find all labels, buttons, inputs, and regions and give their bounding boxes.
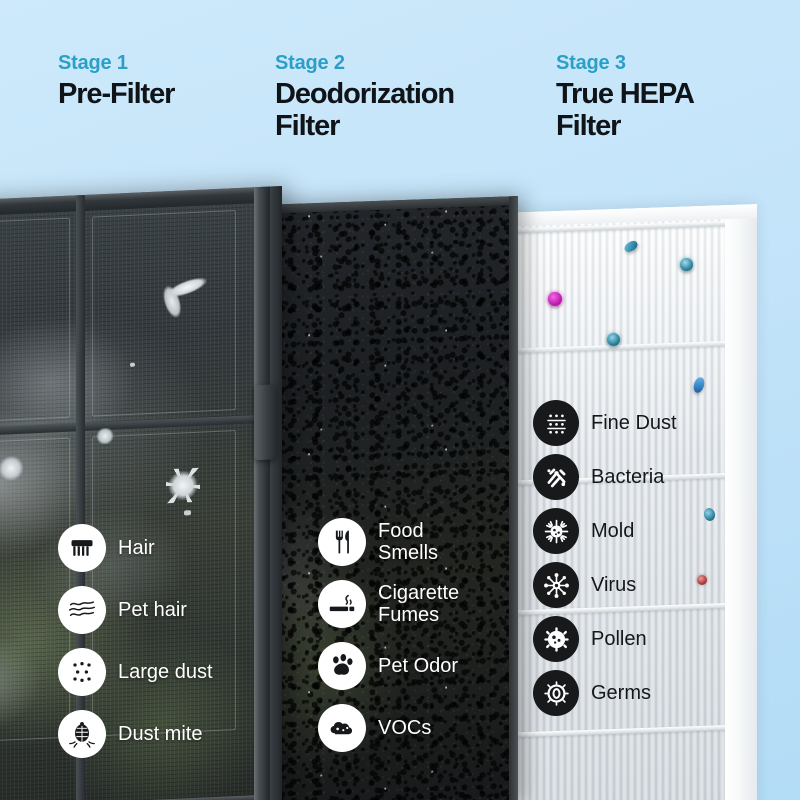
- stage-3-title-line1: True HEPA: [556, 78, 695, 110]
- list-item: Fine Dust: [533, 400, 677, 446]
- comb-icon: [58, 524, 106, 572]
- stage-2-heading: Stage 2 Deodorization Filter: [275, 52, 525, 143]
- stage-3-title-line2: Filter: [556, 110, 621, 143]
- bacteria-icon: [533, 454, 579, 500]
- stage-2-title-line2: Filter: [275, 110, 340, 143]
- list-item-label: VOCs: [378, 716, 432, 739]
- dust-clump-particle: [166, 467, 200, 504]
- microbe-particle: [697, 575, 707, 585]
- list-item-label: Virus: [591, 573, 637, 596]
- lint-particle: [0, 455, 24, 481]
- dust-mite-icon: [58, 710, 106, 758]
- list-item-label: Pollen: [591, 627, 647, 650]
- list-item-label: Germs: [591, 681, 651, 704]
- list-item: Hair: [58, 524, 213, 572]
- mold-icon: [533, 508, 579, 554]
- stage-3-label: Stage 3: [556, 52, 626, 74]
- stage-2-title: Deodorization Filter: [275, 78, 525, 143]
- stage-1-heading: Stage 1 Pre-Filter: [58, 52, 258, 110]
- stage-3-item-list: Fine Dust Bacteria Mold Virus Pollen Ger…: [533, 400, 677, 724]
- frame-bar-bottom: [0, 795, 256, 800]
- list-item-label-line2: Fumes: [378, 604, 440, 626]
- wavy-hair-icon: [58, 586, 106, 634]
- list-item-label-line1: Food: [378, 519, 424, 542]
- list-item-label: Fine Dust: [591, 411, 677, 434]
- list-item-label: Bacteria: [591, 465, 665, 488]
- dust-speck: [184, 510, 191, 516]
- list-item: Large dust: [58, 648, 213, 696]
- cigarette-icon: [318, 580, 366, 628]
- list-item: Dust mite: [58, 710, 213, 758]
- virus-icon: [533, 562, 579, 608]
- frame-right-edge: [270, 186, 282, 800]
- stage-2-title-line1: Deodorization: [275, 78, 455, 110]
- stage-3-title: True HEPA Filter: [556, 78, 786, 143]
- list-item: VOCs: [318, 704, 459, 752]
- list-item-label-line2: Smells: [378, 542, 439, 564]
- filter-handle: [254, 384, 276, 461]
- list-item: Bacteria: [533, 454, 677, 500]
- stage-1-label: Stage 1: [58, 52, 128, 74]
- list-item-label: Mold: [591, 519, 635, 542]
- list-item: Germs: [533, 670, 677, 716]
- list-item-label-line1: Cigarette: [378, 581, 460, 604]
- microbe-particle: [607, 333, 620, 346]
- stage-3-heading: Stage 3 True HEPA Filter: [556, 52, 786, 143]
- voc-cloud-icon: [318, 704, 366, 752]
- fork-knife-icon: [318, 518, 366, 566]
- list-item-label: Pet hair: [118, 598, 187, 621]
- carbon-right-edge: [509, 196, 518, 800]
- microbe-particle: [680, 258, 693, 271]
- list-item-label: Dust mite: [118, 722, 203, 745]
- list-item: Food Smells: [318, 518, 459, 566]
- mesh-pane: [0, 217, 70, 422]
- stage-1-item-list: Hair Pet hair Large dust Dust mite: [58, 524, 213, 772]
- list-item: Cigarette Fumes: [318, 580, 459, 628]
- list-item: Pet hair: [58, 586, 213, 634]
- list-item-label: Large dust: [118, 660, 213, 683]
- stage-2-label: Stage 2: [275, 52, 345, 74]
- list-item-label: Food Smells: [378, 520, 438, 565]
- list-item: Virus: [533, 562, 677, 608]
- microbe-particle: [548, 292, 562, 306]
- paw-print-icon: [318, 642, 366, 690]
- list-item-label: Hair: [118, 536, 155, 559]
- list-item: Pollen: [533, 616, 677, 662]
- hepa-side-face: [725, 204, 757, 800]
- pollen-icon: [533, 616, 579, 662]
- lint-particle: [96, 427, 114, 445]
- list-item-label: Pet Odor: [378, 654, 459, 677]
- stage-2-item-list: Food Smells Cigarette Fumes Pet Odor VOC…: [318, 518, 459, 766]
- list-item: Pet Odor: [318, 642, 459, 690]
- fine-dust-icon: [533, 400, 579, 446]
- dust-dots-icon: [58, 648, 106, 696]
- stage-1-title: Pre-Filter: [58, 78, 175, 110]
- list-item: Mold: [533, 508, 677, 554]
- dust-speck: [130, 362, 135, 367]
- germs-icon: [533, 670, 579, 716]
- list-item-label: Cigarette Fumes: [378, 582, 459, 627]
